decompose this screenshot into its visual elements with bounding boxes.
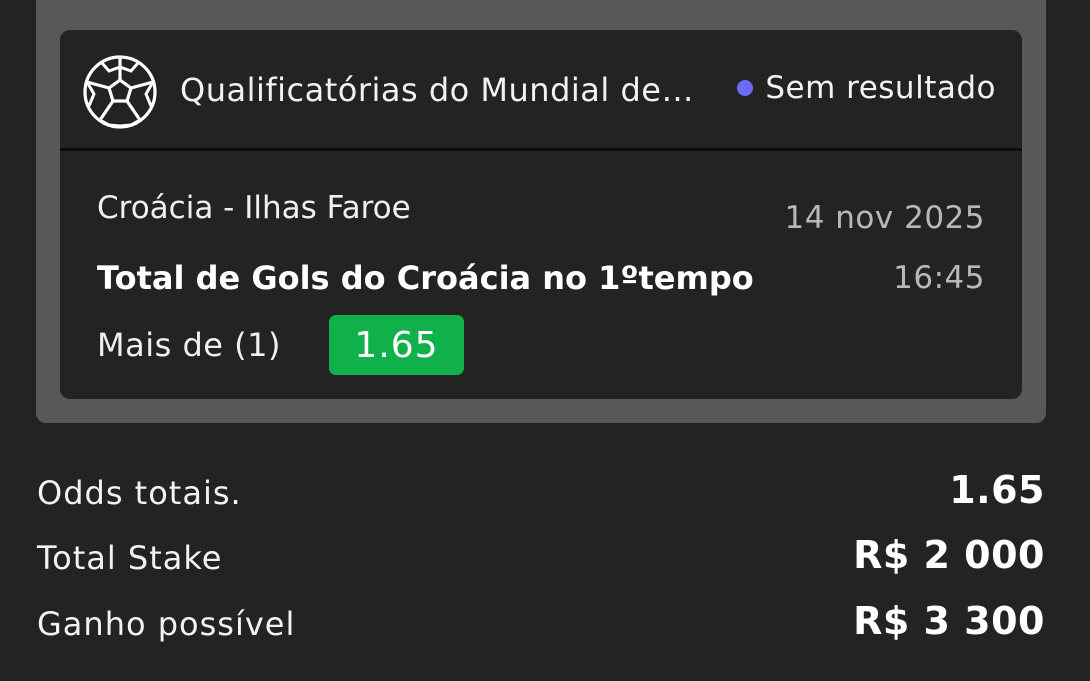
stake-row: Total Stake R$ 2 000 [37, 527, 1045, 577]
match-time: 16:45 [893, 260, 985, 296]
competition-name: Qualificatórias do Mundial de… [180, 71, 694, 109]
potential-win-row: Ganho possível R$ 3 300 [37, 593, 1045, 643]
stake-value: R$ 2 000 [853, 533, 1045, 577]
stake-label: Total Stake [37, 539, 223, 577]
bet-receipt: Qualificatórias do Mundial de… Sem resul… [0, 0, 1090, 681]
bet-card[interactable]: Qualificatórias do Mundial de… Sem resul… [60, 30, 1022, 399]
bet-panel: Qualificatórias do Mundial de… Sem resul… [36, 0, 1046, 423]
bet-card-header: Qualificatórias do Mundial de… Sem resul… [60, 30, 1022, 151]
bet-status: Sem resultado [737, 70, 996, 106]
potential-win-value: R$ 3 300 [853, 599, 1045, 643]
potential-win-label: Ganho possível [37, 605, 296, 643]
soccer-ball-icon [83, 55, 157, 129]
total-odds-label: Odds totais. [37, 474, 242, 512]
status-dot-icon [737, 80, 754, 96]
total-odds-row: Odds totais. 1.65 [37, 462, 1045, 512]
market-name: Total de Gols do Croácia no 1ºtempo [97, 259, 754, 297]
odd-badge: 1.65 [329, 315, 464, 375]
match-name: Croácia - Ilhas Faroe [97, 190, 411, 226]
match-date: 14 nov 2025 [784, 200, 985, 236]
selection-label: Mais de (1) [97, 326, 281, 364]
status-label: Sem resultado [765, 70, 996, 106]
total-odds-value: 1.65 [949, 468, 1045, 512]
